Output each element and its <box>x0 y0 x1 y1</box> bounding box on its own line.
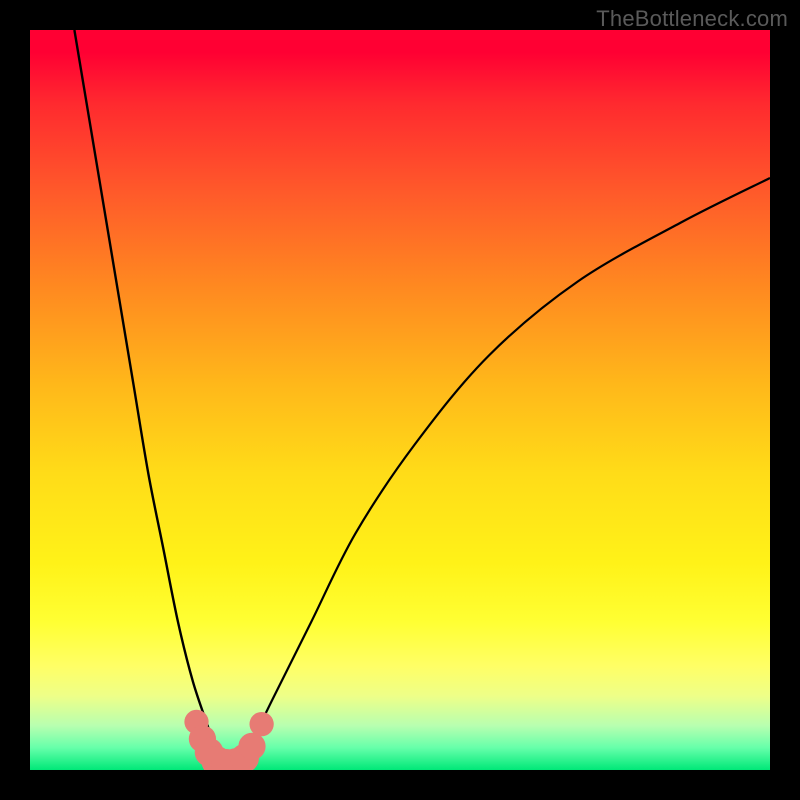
valley-marker <box>249 712 273 736</box>
right-curve-path <box>237 178 770 763</box>
curve-layer <box>74 30 770 767</box>
valley-marker <box>238 733 265 760</box>
left-curve-path <box>74 30 222 763</box>
chart-frame: TheBottleneck.com <box>0 0 800 800</box>
marker-layer <box>184 710 273 770</box>
plot-area <box>30 30 770 770</box>
chart-svg <box>30 30 770 770</box>
watermark-text: TheBottleneck.com <box>596 6 788 32</box>
